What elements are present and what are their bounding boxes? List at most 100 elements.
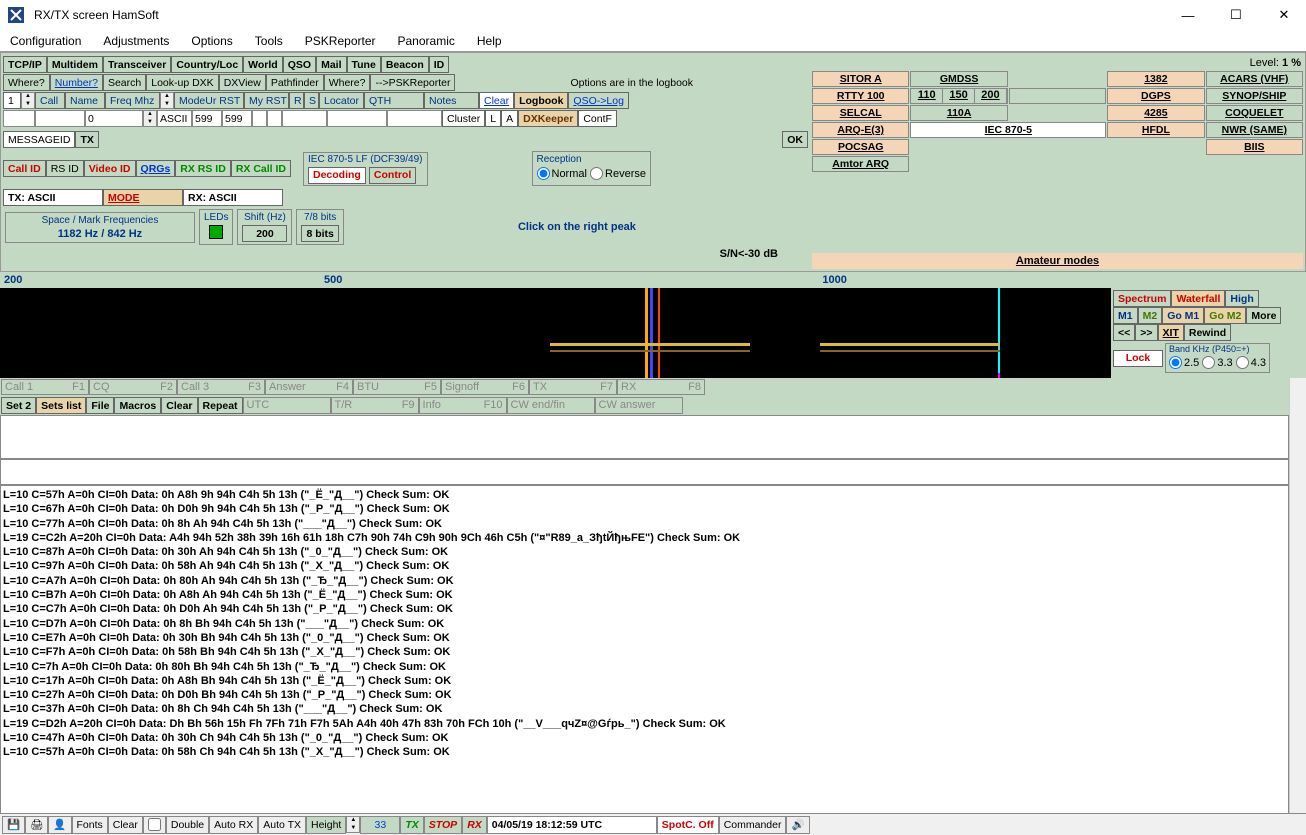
height-spinner[interactable]: ▲▼ bbox=[346, 816, 360, 833]
fn2-info[interactable]: InfoF10 bbox=[419, 397, 507, 414]
fwd-button[interactable]: >> bbox=[1135, 324, 1157, 341]
contf-button[interactable]: ContF bbox=[578, 110, 617, 127]
check-icon[interactable] bbox=[143, 816, 166, 834]
s-header[interactable]: S bbox=[304, 92, 319, 109]
minimize-button[interactable]: — bbox=[1174, 5, 1202, 25]
mode-1382[interactable]: 1382 bbox=[1107, 71, 1204, 87]
mode-header[interactable]: ModeUr RST bbox=[174, 92, 244, 109]
gom1-button[interactable]: Go M1 bbox=[1162, 307, 1204, 324]
save-icon[interactable]: 💾 bbox=[2, 816, 25, 834]
tb2-5[interactable]: Pathfinder bbox=[266, 74, 324, 91]
videoid-button[interactable]: Video ID bbox=[84, 160, 136, 177]
input-r[interactable] bbox=[252, 110, 267, 127]
normal-radio[interactable]: Normal bbox=[537, 167, 587, 180]
mode-coquelet[interactable]: COQUELET bbox=[1206, 105, 1303, 121]
mode-4285[interactable]: 4285 bbox=[1107, 105, 1204, 121]
fn2-clear[interactable]: Clear bbox=[161, 397, 197, 414]
fn-answer[interactable]: AnswerF4 bbox=[265, 379, 353, 395]
mode-biis[interactable]: BIIS bbox=[1206, 139, 1303, 155]
tb2-4[interactable]: DXView bbox=[219, 74, 266, 91]
mode-iec8705[interactable]: IEC 870-5 bbox=[910, 122, 1106, 138]
tb2-3[interactable]: Look-up DXK bbox=[146, 74, 218, 91]
mode-gmdss[interactable]: GMDSS bbox=[910, 71, 1007, 87]
freq-spinner2[interactable]: ▲▼ bbox=[143, 110, 157, 127]
qrgs-button[interactable]: QRGs bbox=[136, 160, 176, 177]
mode-200[interactable]: 200 bbox=[975, 89, 1007, 103]
fn2-cwanswer[interactable]: CW answer bbox=[595, 397, 683, 414]
freq-spinner[interactable]: ▲▼ bbox=[160, 92, 174, 109]
input-ascii[interactable] bbox=[157, 110, 192, 127]
input-freq[interactable] bbox=[85, 110, 143, 127]
num-field[interactable]: 1 bbox=[3, 92, 21, 109]
notes-header[interactable]: Notes bbox=[424, 92, 479, 109]
more-button[interactable]: More bbox=[1246, 307, 1281, 324]
messageid-tab[interactable]: MESSAGEID bbox=[3, 131, 75, 148]
tx-ascii[interactable]: TX: ASCII bbox=[3, 189, 103, 206]
mode-110[interactable]: 110 bbox=[911, 89, 943, 103]
mode-button[interactable]: MODE bbox=[103, 189, 183, 206]
mode-synop[interactable]: SYNOP/SHIP bbox=[1206, 88, 1303, 104]
tb-tcpip[interactable]: TCP/IP bbox=[3, 56, 47, 73]
menu-help[interactable]: Help bbox=[477, 34, 502, 48]
fn2-setslist[interactable]: Sets list bbox=[36, 397, 86, 414]
menu-panoramic[interactable]: Panoramic bbox=[398, 34, 455, 48]
rsid-button[interactable]: RS ID bbox=[46, 160, 84, 177]
gom2-button[interactable]: Go M2 bbox=[1204, 307, 1246, 324]
stop-button[interactable]: STOP bbox=[424, 816, 462, 834]
l-button[interactable]: L bbox=[485, 110, 501, 127]
fn-rx[interactable]: RXF8 bbox=[617, 379, 705, 395]
band-43[interactable]: 4.3 bbox=[1236, 356, 1266, 369]
fn-signoff[interactable]: SignoffF6 bbox=[441, 379, 529, 395]
a-button[interactable]: A bbox=[501, 110, 518, 127]
input-rst1[interactable] bbox=[192, 110, 222, 127]
tb-transceiver[interactable]: Transceiver bbox=[103, 56, 171, 73]
mode-110a[interactable]: 110A bbox=[910, 105, 1007, 121]
spectrum-button[interactable]: Spectrum bbox=[1113, 290, 1171, 307]
mode-sitora[interactable]: SITOR A bbox=[812, 71, 909, 87]
mode-nwrsame[interactable]: NWR (SAME) bbox=[1206, 122, 1303, 138]
tb-tune[interactable]: Tune bbox=[347, 56, 381, 73]
fn-call3[interactable]: Call 3F3 bbox=[177, 379, 265, 395]
mode-150[interactable]: 150 bbox=[943, 89, 975, 103]
menu-pskreporter[interactable]: PSKReporter bbox=[305, 34, 376, 48]
decode-area[interactable]: L=10 C=57h A=0h CI=0h Data: 0h A8h 9h 94… bbox=[0, 485, 1289, 815]
qth-header[interactable]: QTH bbox=[364, 92, 424, 109]
tb-world[interactable]: World bbox=[243, 56, 283, 73]
callid-button[interactable]: Call ID bbox=[3, 160, 46, 177]
spotc[interactable]: SpotC. Off bbox=[657, 816, 719, 834]
autotx-button[interactable]: Auto TX bbox=[258, 816, 306, 834]
qsolog-button[interactable]: QSO->Log bbox=[568, 92, 629, 109]
autorx-button[interactable]: Auto RX bbox=[209, 816, 258, 834]
mid-text-area[interactable] bbox=[0, 459, 1289, 485]
clear-button[interactable]: Clear bbox=[479, 92, 514, 109]
input-name[interactable] bbox=[35, 110, 85, 127]
maximize-button[interactable]: ☐ bbox=[1222, 5, 1250, 25]
commander-button[interactable]: Commander bbox=[719, 816, 787, 834]
scrollbar-mid[interactable] bbox=[1289, 459, 1306, 485]
num-spinner[interactable]: ▲▼ bbox=[21, 92, 35, 109]
freq-header[interactable]: Freq Mhz bbox=[105, 92, 160, 109]
tb-multidem[interactable]: Multidem bbox=[47, 56, 103, 73]
mode-dgps[interactable]: DGPS bbox=[1107, 88, 1204, 104]
menu-options[interactable]: Options bbox=[191, 34, 232, 48]
close-button[interactable]: ✕ bbox=[1270, 5, 1298, 25]
tb-qso[interactable]: QSO bbox=[283, 56, 316, 73]
scrollbar-right[interactable] bbox=[1289, 378, 1306, 415]
control-button[interactable]: Control bbox=[369, 167, 416, 184]
myrst-header[interactable]: My RST bbox=[244, 92, 289, 109]
tb-beacon[interactable]: Beacon bbox=[381, 56, 429, 73]
input-rst2[interactable] bbox=[222, 110, 252, 127]
input-s[interactable] bbox=[267, 110, 282, 127]
rx-button[interactable]: RX bbox=[462, 816, 487, 834]
cluster-button[interactable]: Cluster bbox=[442, 110, 485, 127]
tb-id[interactable]: ID bbox=[429, 56, 450, 73]
waterfall-canvas[interactable] bbox=[0, 288, 1111, 378]
speaker-icon[interactable]: 🔊 bbox=[786, 816, 809, 834]
fn-call1[interactable]: Call 1F1 bbox=[1, 379, 89, 395]
tb2-2[interactable]: Search bbox=[103, 74, 146, 91]
fn-cq[interactable]: CQF2 bbox=[89, 379, 177, 395]
mode-pocsag[interactable]: POCSAG bbox=[812, 139, 909, 155]
mode-selcal[interactable]: SELCAL bbox=[812, 105, 909, 121]
tb2-1[interactable]: Number? bbox=[50, 74, 103, 91]
fonts-button[interactable]: Fonts bbox=[72, 816, 108, 834]
